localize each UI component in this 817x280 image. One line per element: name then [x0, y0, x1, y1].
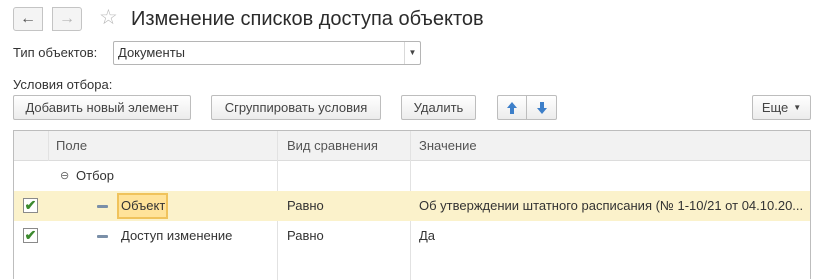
object-type-label: Тип объектов: [13, 45, 98, 60]
field-item-icon [97, 235, 108, 238]
collapse-icon[interactable]: ⊖ [60, 170, 69, 182]
column-header-value[interactable]: Значение [419, 131, 477, 161]
arrow-up-icon [507, 101, 517, 114]
forward-button[interactable]: → [52, 7, 82, 31]
filter-conditions-label: Условия отбора: [13, 77, 113, 92]
comparison-type[interactable]: Равно [287, 191, 324, 221]
arrow-down-icon [536, 101, 547, 114]
column-header-field[interactable]: Поле [56, 131, 87, 161]
back-button[interactable]: ← [13, 7, 43, 31]
group-row-filter[interactable]: ⊖ Отбор [14, 161, 810, 191]
table-row[interactable]: ✔ Доступ изменение Равно Да [14, 221, 810, 251]
column-divider [48, 131, 49, 161]
delete-button[interactable]: Удалить [401, 95, 476, 120]
group-label: Отбор [76, 168, 114, 183]
object-type-value: Документы [118, 45, 186, 60]
move-up-button[interactable] [497, 95, 527, 120]
add-element-button[interactable]: Добавить новый элемент [13, 95, 191, 120]
comparison-type[interactable]: Равно [287, 221, 324, 251]
condition-value[interactable]: Об утверждении штатного расписания (№ 1-… [419, 191, 807, 221]
page-title: Изменение списков доступа объектов [131, 8, 484, 30]
object-type-select[interactable]: Документы ▼ [113, 41, 421, 65]
more-label: Еще [761, 100, 789, 115]
favorite-star-icon[interactable]: ☆ [99, 5, 118, 31]
table-row[interactable]: ✔ Объект Равно Об утверждении штатного р… [14, 191, 810, 221]
conditions-table: Поле Вид сравнения Значение ⊖ Отбор ✔ Об… [13, 130, 811, 280]
field-name[interactable]: Объект [121, 191, 165, 221]
group-conditions-button[interactable]: Сгруппировать условия [211, 95, 381, 120]
use-checkbox[interactable]: ✔ [23, 198, 38, 213]
chevron-down-icon[interactable]: ▼ [404, 42, 420, 64]
arrow-right-icon: → [59, 10, 75, 27]
more-button[interactable]: Еще ▼ [752, 95, 811, 120]
arrow-left-icon: ← [20, 10, 36, 27]
condition-value[interactable]: Да [419, 221, 435, 251]
field-name[interactable]: Доступ изменение [121, 221, 232, 251]
table-header: Поле Вид сравнения Значение [14, 131, 810, 161]
caret-down-icon: ▼ [793, 103, 802, 112]
use-checkbox[interactable]: ✔ [23, 228, 38, 243]
column-header-comparison[interactable]: Вид сравнения [287, 131, 378, 161]
field-item-icon [97, 205, 108, 208]
move-down-button[interactable] [527, 95, 557, 120]
